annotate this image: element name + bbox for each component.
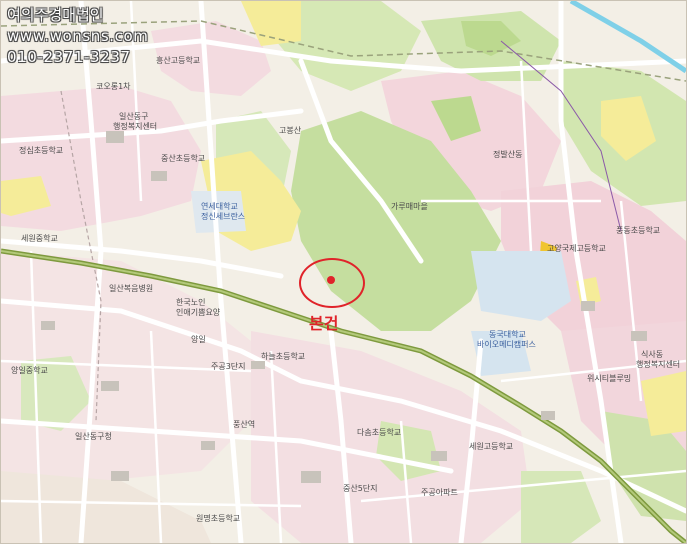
place-label: 풍동초등학교 <box>616 225 660 235</box>
place-label: 정심초등학교 <box>19 145 63 155</box>
place-label: 세원중학교 <box>21 233 58 243</box>
place-label: 코오롱1차 <box>96 82 131 91</box>
place-label: 주공3단지 <box>211 361 246 371</box>
place-label: 다솜초등학교 <box>357 427 401 437</box>
place-label: 일산동구 <box>119 111 148 121</box>
subject-location-dot[interactable] <box>327 276 335 284</box>
place-label: 원명초등학교 <box>196 513 240 523</box>
watermark: 여의주경매법인 www.wonsns.com 010-2371-3237 <box>7 5 149 68</box>
place-label: 위시티블루밍 <box>587 373 631 383</box>
place-label: 식사동 <box>641 350 663 359</box>
place-label: 일산동구청 <box>75 431 112 441</box>
place-label: 하늘초등학교 <box>261 351 305 361</box>
place-label: 고봉산 <box>279 125 302 135</box>
place-label: 연세대학교 <box>201 201 238 211</box>
watermark-website[interactable]: www.wonsns.com <box>7 26 149 47</box>
place-label: 흥산고등학교 <box>156 55 200 65</box>
place-label: 바이오메디캠퍼스 <box>477 339 536 349</box>
place-label: 인애기쁨요양 <box>176 307 221 317</box>
place-label: 양일 <box>191 335 206 344</box>
place-label: 정발산동 <box>493 149 522 159</box>
place-label: 가루매마을 <box>391 202 428 211</box>
place-label: 주공아파트 <box>421 487 458 497</box>
place-label: 세원고등학교 <box>469 441 513 451</box>
watermark-company: 여의주경매법인 <box>7 6 104 24</box>
place-label: 풍산역 <box>233 419 255 429</box>
place-label: 정신세브란스 <box>201 211 245 221</box>
place-label: 동국대학교 <box>489 329 526 339</box>
place-label: 일산복음병원 <box>109 283 153 293</box>
map-frame[interactable]: 흥산고등학교 코오롱1차 일산동구 행정복지센터 중산초등학교 연세대학교 정신… <box>0 0 687 544</box>
subject-label: 본건 <box>309 314 339 333</box>
place-label: 중산초등학교 <box>161 153 205 163</box>
place-label: 한국노인 <box>176 297 205 307</box>
place-label: 행정복지센터 <box>113 121 157 131</box>
place-label: 행정복지센터 <box>636 359 680 369</box>
place-label: 고양국제고등학교 <box>547 243 606 253</box>
watermark-phone: 010-2371-3237 <box>7 48 131 66</box>
place-label: 양일중학교 <box>11 365 48 375</box>
place-label: 중산5단지 <box>343 483 378 493</box>
